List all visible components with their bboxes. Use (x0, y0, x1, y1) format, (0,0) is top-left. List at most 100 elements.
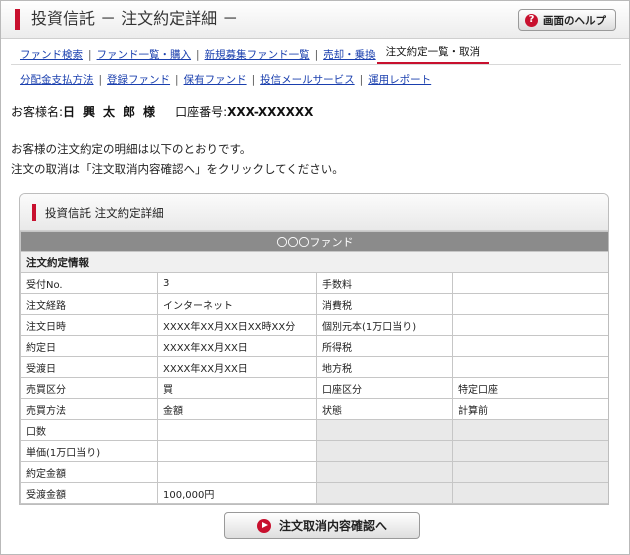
nav-separator: | (251, 73, 256, 86)
cancel-instruction-message: 注文の取消は「注文取消内容確認へ」をクリックしてください。 (11, 162, 344, 176)
panel-header: 投資信託 注文約定詳細 (20, 194, 608, 231)
row-value (452, 440, 608, 462)
row-label: 口座区分 (316, 377, 453, 399)
play-icon (256, 518, 271, 533)
row-label: 売買区分 (20, 377, 158, 399)
cancel-confirm-label: 注文取消内容確認へ (278, 519, 387, 533)
table-row: 売買区分買口座区分 特定口座 (20, 377, 608, 399)
table-row: 約定日 XXXX年XX月XX日 所得税 (20, 335, 608, 357)
row-label: 約定日 (20, 335, 158, 357)
nav-dividend-payment[interactable]: 分配金支払方法 (20, 72, 94, 87)
nav-fund-search[interactable]: ファンド検索 (20, 47, 83, 62)
table-row: 約定金額 (20, 461, 608, 483)
row-value: インターネット (157, 293, 317, 315)
table-row: 単価(1万口当り) (20, 440, 608, 462)
row-value: XXXX年XX月XX日XX時XX分 (157, 314, 317, 336)
question-icon: ? (525, 13, 538, 27)
row-label: 地方税 (316, 356, 453, 378)
nav-order-list-cancel[interactable]: 注文約定一覧・取消 (376, 44, 490, 65)
nav-sell-switch[interactable]: 売却・乗換 (323, 47, 376, 62)
table-row: 注文経路 インターネット 消費税 (20, 293, 608, 315)
table-row: 売買方法 金額 状態 計算前 (20, 398, 608, 420)
row-value: XXXX年XX月XX日 (157, 356, 317, 378)
row-value (452, 314, 608, 336)
cancel-confirm-button[interactable]: 注文取消内容確認へ (224, 512, 420, 539)
row-value (157, 461, 317, 483)
nav-separator: | (175, 73, 179, 86)
row-value: XXXX年XX月XX日 (157, 335, 317, 357)
row-label: 受渡日 (20, 356, 158, 378)
page-title: 投資信託 － 注文約定詳細 － (31, 9, 239, 28)
row-label: 受付No. (20, 272, 158, 294)
row-label: 個別元本(1万口当り) (316, 314, 453, 336)
section-title: 注文約定情報 (20, 251, 608, 273)
panel-accent-bar (32, 204, 36, 221)
order-detail-table: 〇〇〇ファンド 注文約定情報 受付No. 3 手数料 注文経路 インターネット 消費税 注文… (20, 231, 608, 504)
fund-name-row: 〇〇〇ファンド (20, 231, 608, 252)
nav-separator: | (88, 48, 92, 61)
row-label: 注文経路 (20, 293, 158, 315)
help-button-label: 画面のヘルプ (543, 14, 606, 27)
panel-title: 投資信託 注文約定詳細 (45, 206, 164, 220)
nav-separator: | (359, 73, 364, 86)
row-label: 単価(1万口当り) (20, 440, 158, 462)
row-value: 計算前 (452, 398, 608, 420)
customer-info: お客様名: 日興太郎様 口座番号: XXX-XXXXXX (11, 103, 313, 120)
primary-nav: ファンド検索 | ファンド一覧・購入 | 新規募集ファンド一覧 | 売却・乗換 … (20, 44, 490, 65)
nav-management-report[interactable]: 運用レポート (368, 72, 431, 87)
nav-separator: | (196, 48, 200, 61)
nav-fund-list-purchase[interactable]: ファンド一覧・購入 (97, 47, 192, 62)
fund-name: 〇〇〇ファンド (20, 231, 608, 252)
row-label (316, 419, 453, 441)
order-detail-panel: 投資信託 注文約定詳細 〇〇〇ファンド 注文約定情報 受付No. 3 手数料 注文経路… (19, 193, 609, 505)
row-value (452, 272, 608, 294)
secondary-nav: 分配金支払方法 | 登録ファンド | 保有ファンド | 投信メールサービス | … (20, 72, 431, 87)
help-button[interactable]: ? 画面のヘルプ (518, 9, 616, 31)
row-label (316, 440, 453, 462)
row-value (452, 335, 608, 357)
customer-name-label: お客様名: (11, 105, 64, 119)
row-value (452, 482, 608, 504)
row-value (452, 356, 608, 378)
table-row: 受渡金額 100,000円 (20, 482, 608, 504)
nav-separator: | (314, 48, 319, 61)
row-value: 買 (157, 377, 317, 399)
page-header: 投資信託 － 注文約定詳細 － ? 画面のヘルプ (1, 1, 629, 39)
nav-mail-service[interactable]: 投信メールサービス (260, 72, 355, 87)
row-value: 100,000円 (157, 482, 317, 504)
row-value (452, 293, 608, 315)
row-value (157, 419, 317, 441)
table-row: 受付No. 3 手数料 (20, 272, 608, 294)
row-label: 約定金額 (20, 461, 158, 483)
row-value (157, 440, 317, 462)
row-value (452, 419, 608, 441)
page-frame: 投資信託 － 注文約定詳細 － ? 画面のヘルプ ファンド検索 | ファンド一覧… (0, 0, 630, 555)
nav-held-funds[interactable]: 保有ファンド (184, 72, 247, 87)
section-title-row: 注文約定情報 (20, 251, 608, 273)
row-label: 口数 (20, 419, 158, 441)
row-label: 売買方法 (20, 398, 158, 420)
row-value: 3 (157, 272, 317, 294)
nav-registered-funds[interactable]: 登録ファンド (107, 72, 170, 87)
row-label: 受渡金額 (20, 482, 158, 504)
account-number-label: 口座番号: (175, 105, 228, 119)
customer-name: 日興太郎様 (63, 105, 164, 119)
title-accent-bar (15, 9, 20, 30)
nav-separator: | (98, 73, 103, 86)
row-label: 状態 (316, 398, 453, 420)
table-row: 口数 (20, 419, 608, 441)
row-label: 消費税 (316, 293, 453, 315)
row-value: 特定口座 (452, 377, 608, 399)
nav-new-offering-list[interactable]: 新規募集ファンド一覧 (205, 47, 310, 62)
account-number: XXX-XXXXXX (227, 104, 314, 119)
table-row: 注文日時 XXXX年XX月XX日XX時XX分 個別元本(1万口当り) (20, 314, 608, 336)
row-label: 注文日時 (20, 314, 158, 336)
row-label (316, 482, 453, 504)
intro-message: お客様の注文約定の明細は以下のとおりです。 (11, 142, 252, 156)
table-row: 受渡日 XXXX年XX月XX日 地方税 (20, 356, 608, 378)
row-value: 金額 (157, 398, 317, 420)
nav-divider (11, 64, 621, 65)
row-label: 手数料 (316, 272, 453, 294)
row-value (452, 461, 608, 483)
row-label (316, 461, 453, 483)
